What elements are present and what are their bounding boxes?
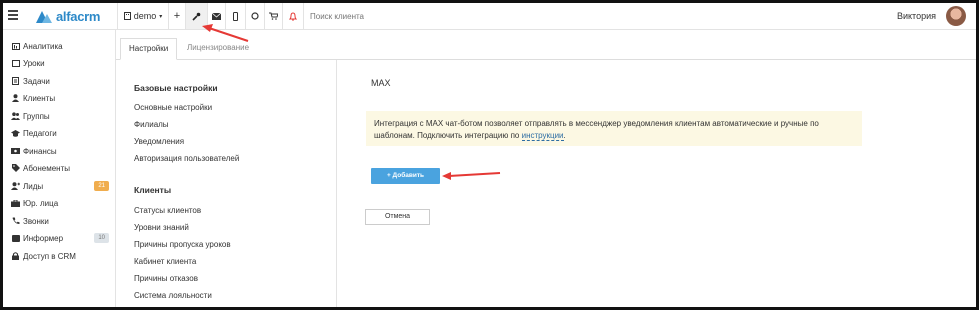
menu-item-branches[interactable]: Филиалы [134, 120, 169, 129]
sidebar-item-label: Доступ в CRM [23, 251, 76, 261]
sidebar-item-calls[interactable]: Звонки [11, 214, 109, 228]
menu-item-client-statuses[interactable]: Статусы клиентов [134, 206, 201, 215]
notice-text-line1: Интеграция с MAX чат-ботом позволяет отп… [374, 119, 819, 128]
menu-item-absence-reasons[interactable]: Причины пропуска уроков [134, 240, 231, 249]
arrow-to-add-button [442, 172, 501, 180]
menu-icon[interactable] [8, 10, 18, 20]
integration-notice: Интеграция с MAX чат-ботом позволяет отп… [366, 111, 862, 146]
user-icon [11, 94, 20, 102]
menu-item-main-settings[interactable]: Основные настройки [134, 103, 212, 112]
cancel-button[interactable]: Отмена [365, 209, 430, 225]
sidebar-item-clients[interactable]: Клиенты [11, 91, 109, 105]
tasks-icon [11, 77, 20, 85]
inbox-icon [11, 234, 20, 242]
sidebar-item-analytics[interactable]: Аналитика [11, 39, 109, 53]
leads-count-badge: 21 [94, 181, 109, 191]
leads-icon [11, 182, 20, 190]
tag-icon [11, 164, 20, 172]
add-icon[interactable]: + [168, 3, 185, 29]
notice-text-line2: шаблонам. Подключить интеграцию по [374, 131, 520, 140]
sidebar-item-subscriptions[interactable]: Абонементы [11, 161, 109, 175]
briefcase-icon [11, 199, 20, 207]
menu-heading-clients: Клиенты [134, 185, 172, 195]
menu-item-client-cabinet[interactable]: Кабинет клиента [134, 257, 196, 266]
sidebar-item-label: Уроки [23, 58, 45, 68]
branch-selector[interactable]: demo ▾ [117, 3, 168, 29]
cart-icon[interactable] [264, 3, 282, 29]
sidebar-item-label: Педагоги [23, 128, 57, 138]
app-frame: alfacrm demo ▾ + Виктория [0, 0, 979, 310]
sidebar-item-finance[interactable]: Финансы [11, 144, 109, 158]
brand-logo[interactable]: alfacrm [36, 9, 100, 24]
sidebar-item-informer[interactable]: Информер 10 [11, 231, 109, 245]
menu-heading-basic: Базовые настройки [134, 83, 218, 93]
logo-icon [36, 10, 52, 23]
menu-item-notifications[interactable]: Уведомления [134, 137, 184, 146]
add-button[interactable]: + Добавить [371, 168, 440, 184]
sidebar-item-tasks[interactable]: Задачи [11, 74, 109, 88]
tab-settings[interactable]: Настройки [120, 38, 178, 60]
mail-icon[interactable] [207, 3, 225, 29]
sidebar-item-label: Лиды [23, 181, 44, 191]
sidebar-item-label: Финансы [23, 146, 57, 156]
sidebar-item-label: Информер [23, 233, 64, 243]
lock-icon [11, 252, 20, 260]
building-icon [123, 12, 131, 20]
user-avatar[interactable] [946, 6, 966, 26]
sidebar-item-label: Абонементы [23, 163, 71, 173]
sidebar-item-label: Аналитика [23, 41, 63, 51]
sidebar-item-groups[interactable]: Группы [11, 109, 109, 123]
teacher-icon [11, 129, 20, 137]
sidebar-item-leads[interactable]: Лиды 21 [11, 179, 109, 193]
phone-icon [11, 217, 20, 225]
notice-suffix: . [563, 131, 566, 140]
settings-tabs: Настройки Лицензирование [116, 30, 976, 60]
sidebar-item-crm-access[interactable]: Доступ в CRM [11, 249, 109, 263]
informer-count-badge: 10 [94, 233, 109, 243]
sidebar-item-label: Задачи [23, 76, 50, 86]
sidebar-item-teachers[interactable]: Педагоги [11, 126, 109, 140]
refresh-icon[interactable] [245, 3, 264, 29]
sidebar-item-label: Клиенты [23, 93, 56, 103]
page-title: MAX [371, 78, 391, 88]
sidebar-item-lessons[interactable]: Уроки [11, 56, 109, 70]
top-bar: alfacrm demo ▾ + Виктория [3, 3, 976, 30]
menu-item-refusal-reasons[interactable]: Причины отказов [134, 274, 198, 283]
chevron-down-icon: ▾ [159, 13, 163, 20]
wrench-icon[interactable] [185, 3, 207, 29]
settings-menu: Базовые настройки Основные настройки Фил… [116, 60, 337, 307]
instructions-link[interactable]: инструкции [521, 131, 564, 141]
branch-name: demo [133, 11, 157, 21]
user-name[interactable]: Виктория [897, 11, 936, 21]
finance-icon [11, 147, 20, 155]
analytics-icon [11, 42, 20, 50]
sidebar-item-label: Юр. лица [23, 198, 59, 208]
lessons-icon [11, 59, 20, 67]
sidebar: Аналитика Уроки Задачи Клиенты Группы Пе… [3, 30, 116, 307]
sidebar-item-legal-entities[interactable]: Юр. лица [11, 196, 109, 210]
menu-item-user-auth[interactable]: Авторизация пользователей [134, 154, 239, 163]
client-search-input[interactable] [310, 12, 460, 21]
menu-item-loyalty-system[interactable]: Система лояльности [134, 291, 212, 300]
bell-icon[interactable] [282, 3, 304, 29]
brand-name: alfacrm [56, 9, 101, 24]
sidebar-item-label: Группы [23, 111, 50, 121]
menu-item-knowledge-levels[interactable]: Уровни знаний [134, 223, 189, 232]
tab-licensing[interactable]: Лицензирование [179, 38, 257, 60]
sidebar-item-label: Звонки [23, 216, 49, 226]
mobile-icon[interactable] [225, 3, 245, 29]
group-icon [11, 112, 20, 120]
